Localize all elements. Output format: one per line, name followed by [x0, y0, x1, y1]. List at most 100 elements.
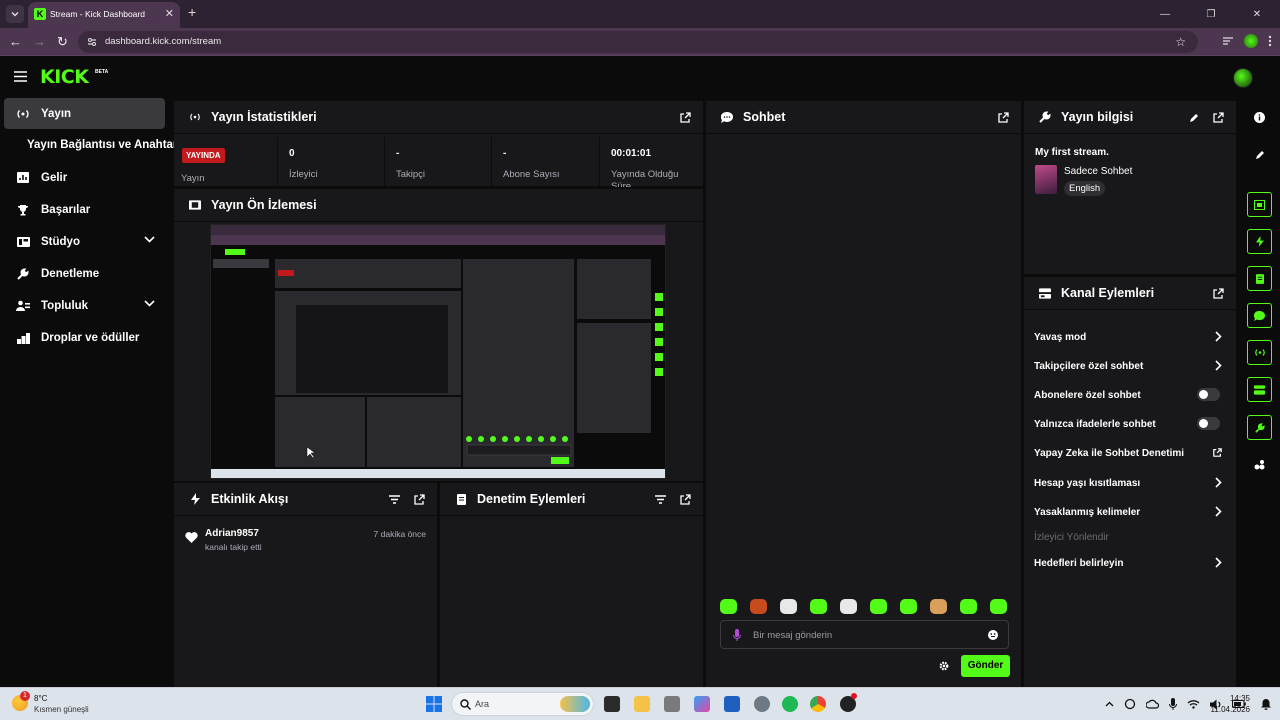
url-field[interactable]: dashboard.kick.com/stream ☆ [78, 31, 1198, 53]
profile-avatar[interactable] [1244, 34, 1258, 48]
rail-preview-button[interactable] [1247, 192, 1272, 217]
emote-icon[interactable] [900, 599, 917, 614]
studio-icon [15, 236, 31, 247]
sync-icon[interactable] [1124, 698, 1136, 710]
forward-icon[interactable]: → [33, 35, 46, 49]
category-thumbnail[interactable] [1035, 165, 1057, 194]
popout-icon[interactable] [998, 112, 1009, 123]
task-view-icon[interactable] [604, 696, 620, 712]
action-banned-words[interactable]: Yasaklanmış kelimeler [1034, 502, 1222, 522]
microphone-icon[interactable] [1169, 698, 1177, 710]
back-icon[interactable]: ← [9, 35, 22, 49]
minimize-button[interactable]: — [1142, 0, 1188, 28]
popout-icon[interactable] [1213, 112, 1224, 123]
wrench-icon [1039, 111, 1051, 123]
edit-pencil-icon[interactable] [1247, 142, 1272, 167]
send-button[interactable]: Gönder [961, 655, 1010, 677]
rail-mod-actions-button[interactable] [1247, 266, 1272, 291]
rail-stats-button[interactable] [1247, 340, 1272, 365]
sidebar-item-moderation[interactable]: Denetleme [4, 258, 165, 289]
browser-menu-icon[interactable] [1268, 35, 1272, 47]
popout-icon[interactable] [680, 494, 691, 505]
reload-icon[interactable]: ↻ [57, 35, 68, 49]
emotes-only-toggle[interactable] [1197, 417, 1220, 430]
tab-search-button[interactable] [6, 5, 24, 23]
taskbar-search[interactable]: Ara [451, 692, 594, 716]
filter-icon[interactable] [389, 495, 400, 504]
maximize-button[interactable]: ❐ [1188, 0, 1234, 28]
action-followers-only[interactable]: Takipçilere özel sohbet [1034, 356, 1222, 376]
spotify-icon[interactable] [782, 696, 798, 712]
action-raid: İzleyici Yönlendir [1034, 527, 1222, 547]
file-explorer-icon[interactable] [634, 696, 650, 712]
emote-icon[interactable] [840, 599, 857, 614]
stream-preview-video[interactable] [210, 224, 666, 479]
action-ai-moderation[interactable]: Yapay Zeka ile Sohbet Denetimi [1034, 443, 1222, 463]
copilot-icon[interactable] [694, 696, 710, 712]
popout-icon[interactable] [680, 112, 691, 123]
notification-bell-icon[interactable] [1261, 699, 1271, 710]
emote-icon[interactable] [810, 599, 827, 614]
emote-icon[interactable] [750, 599, 767, 614]
browser-tab[interactable]: K Stream - Kick Dashboard ✕ [28, 2, 180, 28]
app-icon[interactable] [664, 696, 680, 712]
close-window-button[interactable]: ✕ [1234, 0, 1280, 28]
sidebar-item-drops[interactable]: Droplar ve ödüller [4, 322, 165, 353]
emote-icon[interactable] [780, 599, 797, 614]
new-tab-button[interactable]: + [188, 4, 196, 20]
settings-gear-icon[interactable] [754, 696, 770, 712]
emote-icon[interactable] [720, 599, 737, 614]
chat-settings-gear-icon[interactable] [939, 661, 949, 671]
action-slow-mode[interactable]: Yavaş mod [1034, 327, 1222, 347]
user-avatar[interactable] [1233, 68, 1253, 88]
layout-shapes-icon[interactable] [1247, 452, 1272, 477]
store-icon[interactable] [724, 696, 740, 712]
hamburger-menu-icon[interactable] [14, 71, 27, 82]
filter-icon[interactable] [655, 495, 666, 504]
sidebar-item-stream-key[interactable]: Yayın Bağlantısı ve Anahtarı [27, 139, 181, 151]
sidebar-item-revenue[interactable]: Gelir [4, 162, 165, 193]
tray-chevron-up-icon[interactable] [1105, 701, 1114, 707]
popout-icon[interactable] [414, 494, 425, 505]
kick-logo[interactable]: KICK [40, 66, 89, 88]
emoji-icon[interactable] [988, 630, 998, 640]
cloud-icon[interactable] [1146, 699, 1159, 709]
info-icon[interactable] [1247, 105, 1272, 130]
microphone-icon[interactable] [733, 629, 741, 641]
sidebar-item-community[interactable]: Topluluk [4, 290, 165, 321]
edit-pencil-icon[interactable] [1189, 113, 1199, 123]
sidebar-item-stream[interactable]: Yayın [4, 98, 165, 129]
action-set-goals[interactable]: Hedefleri belirleyin [1034, 553, 1222, 573]
chevron-right-icon [1215, 360, 1222, 371]
sidebar-item-achievements[interactable]: Başarılar [4, 194, 165, 225]
tab-close-icon[interactable]: ✕ [165, 7, 174, 20]
emote-icon[interactable] [870, 599, 887, 614]
site-info-icon[interactable] [86, 36, 98, 48]
emote-icon[interactable] [960, 599, 977, 614]
action-account-age[interactable]: Hesap yaşı kısıtlaması [1034, 473, 1222, 493]
bookmark-star-icon[interactable]: ☆ [1175, 35, 1186, 49]
rail-channel-actions-button[interactable] [1247, 377, 1272, 402]
weather-widget[interactable]: 1 8°C Kısmen güneşli [12, 691, 132, 717]
chat-message-input[interactable]: Bir mesaj gönderin [720, 620, 1009, 649]
reading-list-icon[interactable] [1222, 35, 1234, 47]
sidebar-item-studio[interactable]: Stüdyo [4, 226, 165, 257]
action-label: İzleyici Yönlendir [1034, 531, 1109, 543]
document-icon [1255, 273, 1264, 284]
stat-label: İzleyici [289, 169, 318, 180]
rail-activity-button[interactable] [1247, 229, 1272, 254]
wifi-icon[interactable] [1187, 699, 1200, 709]
chrome-icon[interactable] [810, 696, 826, 712]
subscribers-only-toggle[interactable] [1197, 388, 1220, 401]
popout-icon[interactable] [1213, 288, 1224, 299]
category-name[interactable]: Sadece Sohbet [1064, 166, 1132, 177]
taskbar-clock[interactable]: 14:35 11.04.2026 [1211, 693, 1250, 715]
windows-start-icon[interactable] [426, 696, 442, 712]
rail-chat-button[interactable] [1247, 303, 1272, 328]
event-user[interactable]: Adrian9857 [205, 528, 259, 539]
emote-icon[interactable] [930, 599, 947, 614]
panel-title: Denetim Eylemleri [477, 492, 586, 506]
rail-stream-info-button[interactable] [1247, 415, 1272, 440]
sidebar-item-label: Başarılar [41, 203, 91, 216]
emote-icon[interactable] [990, 599, 1007, 614]
